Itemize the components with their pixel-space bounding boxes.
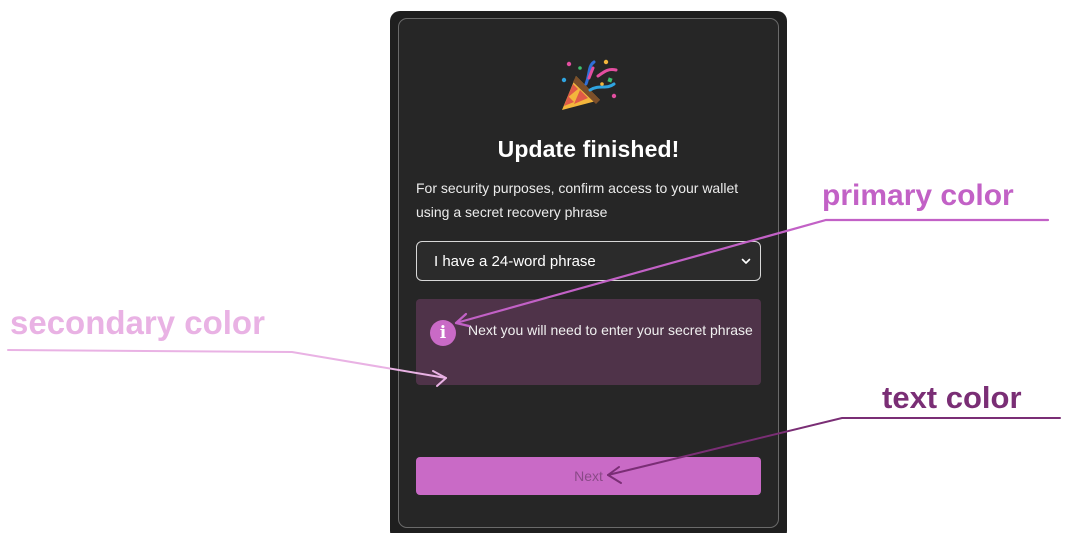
- secondary-color-arrow: [7, 349, 447, 387]
- phrase-length-select-value: I have a 24-word phrase: [434, 252, 596, 270]
- dialog-subtitle: For security purposes, confirm access to…: [416, 180, 739, 220]
- info-notice-text: Next you will need to enter your secret …: [468, 322, 753, 338]
- party-popper-icon: [561, 59, 618, 110]
- primary-color-annotation: primary color: [822, 179, 1014, 212]
- next-button[interactable]: Next: [416, 457, 761, 495]
- screen: Update finished! For security purposes, …: [0, 0, 1066, 533]
- info-icon: i: [430, 320, 456, 346]
- chevron-down-icon: [741, 258, 751, 264]
- secondary-color-annotation: secondary color: [10, 304, 265, 341]
- phrase-length-select[interactable]: I have a 24-word phrase: [416, 241, 761, 281]
- dialog-title: Update finished!: [497, 136, 680, 162]
- text-color-annotation: text color: [882, 380, 1022, 415]
